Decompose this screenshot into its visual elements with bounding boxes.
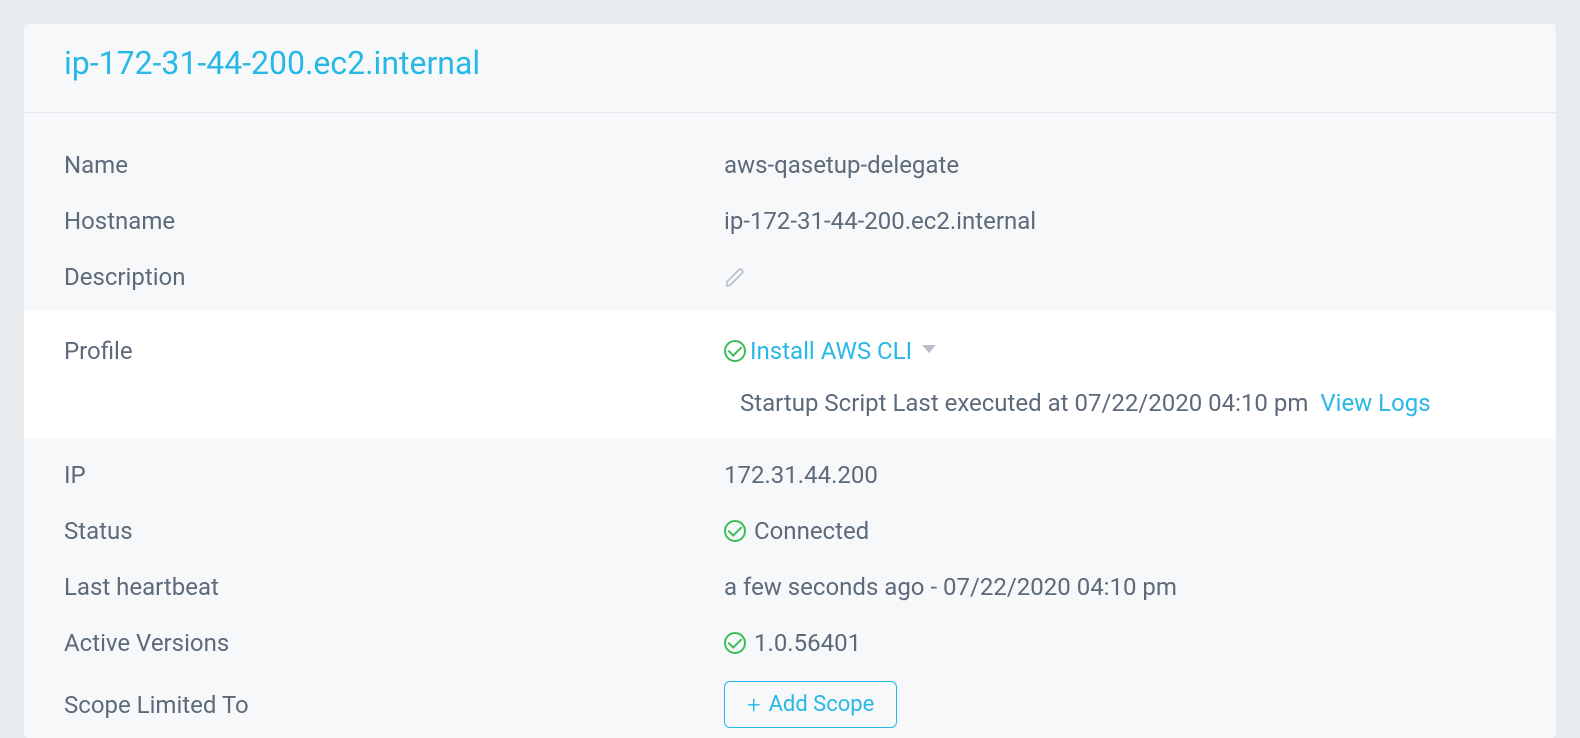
row-ip: IP 172.31.44.200 (24, 447, 1556, 503)
value-versions-cell: 1.0.56401 (724, 625, 1516, 661)
add-scope-label: Add Scope (769, 692, 875, 717)
label-scope: Scope Limited To (64, 687, 724, 723)
card-header: ip-172-31-44-200.ec2.internal (24, 24, 1556, 113)
row-status: Status Connected (24, 503, 1556, 559)
label-description: Description (64, 259, 724, 295)
value-status-cell: Connected (724, 513, 1516, 549)
label-heartbeat: Last heartbeat (64, 569, 724, 605)
row-scope: Scope Limited To + Add Scope (24, 671, 1556, 738)
row-hostname: Hostname ip-172-31-44-200.ec2.internal (24, 193, 1556, 249)
check-circle-icon (724, 632, 746, 654)
value-description (724, 265, 1516, 289)
value-profile: Install AWS CLI Startup Script Last exec… (724, 333, 1516, 421)
row-heartbeat: Last heartbeat a few seconds ago - 07/22… (24, 559, 1556, 615)
label-status: Status (64, 513, 724, 549)
check-circle-icon (724, 520, 746, 542)
label-hostname: Hostname (64, 203, 724, 239)
label-profile: Profile (64, 333, 724, 369)
row-description: Description (24, 249, 1556, 305)
install-aws-cli-link[interactable]: Install AWS CLI (750, 333, 912, 369)
pencil-icon[interactable] (724, 265, 748, 289)
caret-down-icon[interactable] (922, 345, 936, 353)
card-body: Name aws-qasetup-delegate Hostname ip-17… (24, 113, 1556, 738)
startup-script-text: Startup Script Last executed at 07/22/20… (740, 389, 1308, 417)
add-scope-button[interactable]: + Add Scope (724, 681, 897, 728)
delegate-details-card: ip-172-31-44-200.ec2.internal Name aws-q… (24, 24, 1556, 738)
value-ip: 172.31.44.200 (724, 457, 1516, 493)
label-ip: IP (64, 457, 724, 493)
delegate-title-link[interactable]: ip-172-31-44-200.ec2.internal (64, 44, 480, 82)
value-versions: 1.0.56401 (754, 625, 861, 661)
check-circle-icon (724, 340, 746, 362)
value-hostname: ip-172-31-44-200.ec2.internal (724, 203, 1516, 239)
value-scope: + Add Scope (724, 681, 1516, 728)
row-name: Name aws-qasetup-delegate (24, 113, 1556, 193)
label-versions: Active Versions (64, 625, 724, 661)
value-status: Connected (754, 513, 869, 549)
value-name: aws-qasetup-delegate (724, 147, 1516, 183)
profile-install-row: Install AWS CLI (724, 333, 936, 369)
row-versions: Active Versions 1.0.56401 (24, 615, 1556, 671)
view-logs-link[interactable]: View Logs (1320, 389, 1430, 417)
label-name: Name (64, 147, 724, 183)
value-heartbeat: a few seconds ago - 07/22/2020 04:10 pm (724, 569, 1516, 605)
plus-icon: + (747, 693, 761, 717)
row-profile: Profile Install AWS CLI Startup Script L… (24, 311, 1556, 439)
profile-sub-line: Startup Script Last executed at 07/22/20… (724, 385, 1431, 421)
